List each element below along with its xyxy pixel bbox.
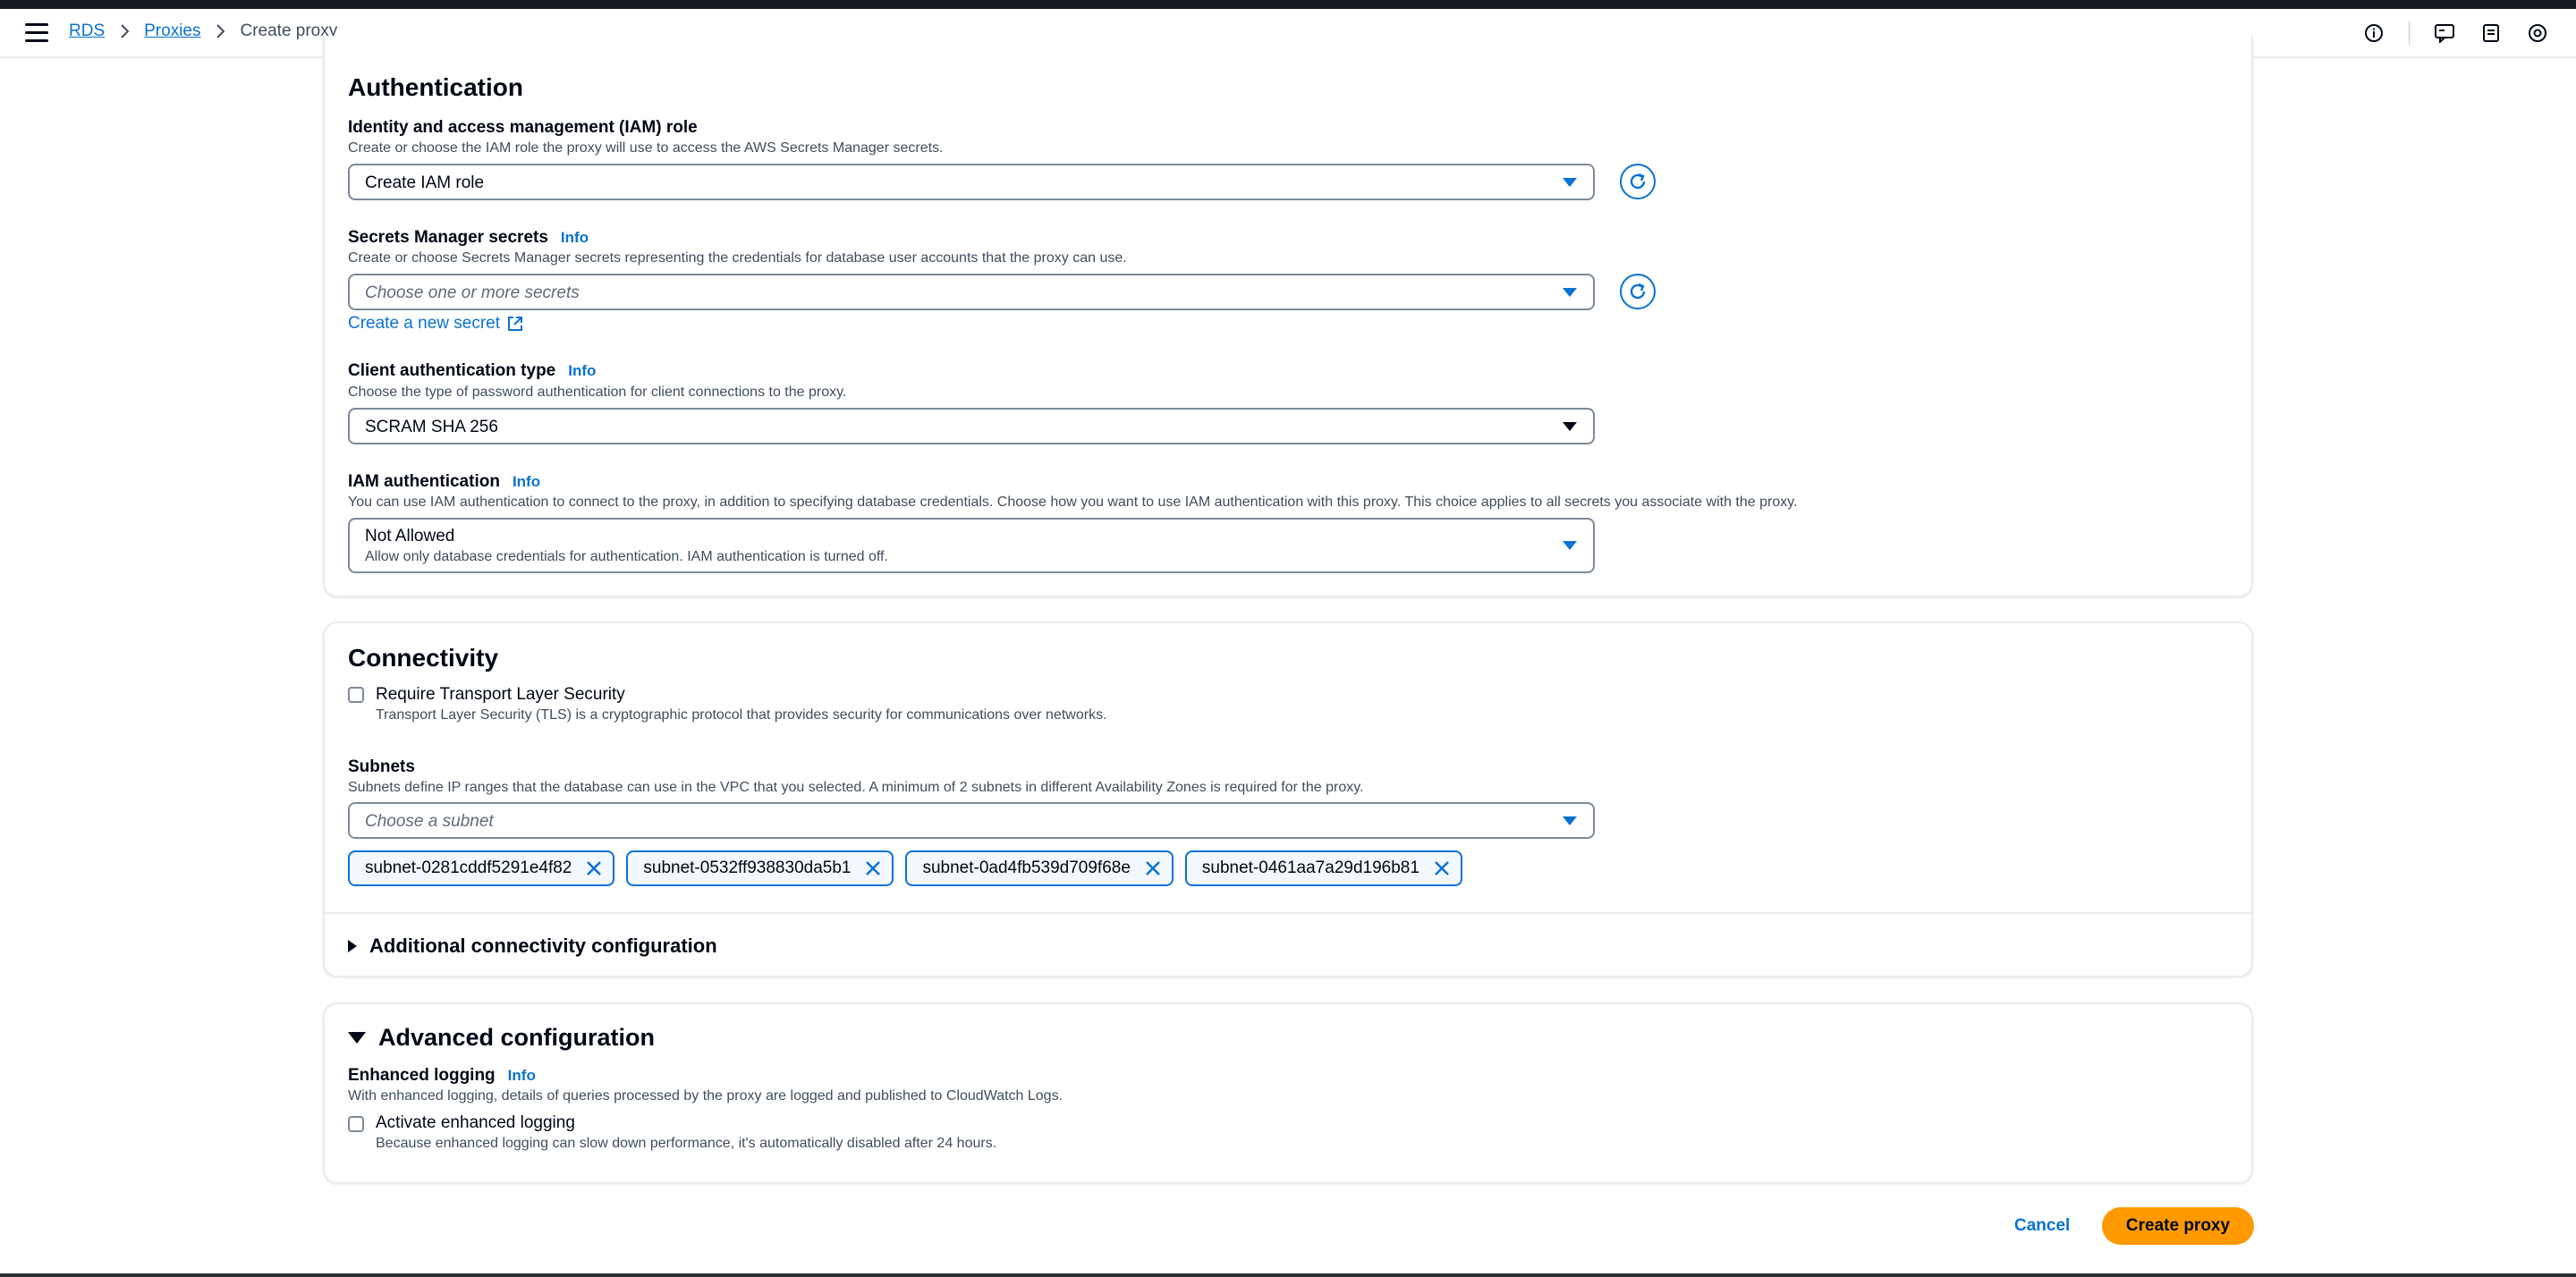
bottom-edge (0, 1273, 2576, 1277)
remove-token-button[interactable] (584, 858, 604, 878)
caret-down-icon (1563, 288, 1577, 297)
iam-role-refresh-button[interactable] (1620, 164, 1656, 199)
refresh-icon (1630, 173, 1646, 190)
iam-auth-info-link[interactable]: Info (513, 473, 540, 490)
caret-down-icon (1563, 541, 1577, 550)
iam-auth-value: Not Allowed (365, 527, 455, 545)
iam-auth-select[interactable]: Not Allowed Allow only database credenti… (348, 518, 1595, 573)
subnet-token-label: subnet-0461aa7a29d196b81 (1201, 858, 1419, 877)
subnets-label: Subnets (348, 757, 415, 776)
breadcrumb-proxies[interactable]: Proxies (144, 21, 200, 41)
subnet-token-group: subnet-0281cddf5291e4f82 subnet-0532ff93… (348, 850, 1474, 886)
caret-down-icon (348, 1032, 366, 1044)
subnets-description: Subnets define IP ranges that the databa… (348, 780, 1364, 795)
feedback-icon[interactable] (2433, 21, 2456, 45)
menu-icon[interactable] (25, 23, 48, 43)
notes-icon[interactable] (2479, 21, 2503, 45)
secrets-placeholder: Choose one or more secrets (365, 283, 580, 302)
secrets-label-text: Secrets Manager secrets (348, 228, 548, 247)
subnet-token: subnet-0532ff938830da5b1 (626, 850, 894, 886)
subnet-token-label: subnet-0532ff938830da5b1 (643, 858, 852, 877)
caret-right-icon (348, 940, 357, 952)
secrets-label: Secrets Manager secrets Info (348, 228, 589, 248)
external-link-icon (508, 317, 523, 331)
client-auth-info-link[interactable]: Info (568, 362, 596, 379)
close-icon (866, 861, 881, 875)
iam-role-label: Identity and access management (IAM) rol… (348, 118, 698, 137)
connectivity-panel: Connectivity Require Transport Layer Sec… (323, 622, 2253, 977)
iam-auth-label-text: IAM authentication (348, 472, 500, 491)
remove-token-button[interactable] (863, 858, 883, 878)
enhanced-logging-checkbox-description: Because enhanced logging can slow down p… (376, 1136, 997, 1151)
iam-auth-value-description: Allow only database credentials for auth… (365, 549, 888, 564)
secrets-refresh-button[interactable] (1620, 274, 1656, 309)
additional-connectivity-label: Additional connectivity configuration (369, 934, 717, 957)
client-auth-select[interactable]: SCRAM SHA 256 (348, 408, 1595, 444)
top-utility-icons (2339, 21, 2549, 45)
create-new-secret-link[interactable]: Create a new secret (348, 314, 524, 334)
secrets-description: Create or choose Secrets Manager secrets… (348, 250, 1127, 266)
caret-down-icon (1563, 816, 1577, 825)
browser-top-strip (0, 0, 2576, 9)
breadcrumb-rds[interactable]: RDS (69, 21, 105, 41)
enhanced-logging-checkbox-label[interactable]: Activate enhanced logging (376, 1113, 575, 1133)
enhanced-logging-label-text: Enhanced logging (348, 1066, 496, 1085)
caret-down-icon (1563, 422, 1577, 431)
advanced-configuration-expander[interactable]: Advanced configuration (348, 1024, 655, 1052)
iam-auth-description: You can use IAM authentication to connec… (348, 495, 1798, 510)
client-auth-label: Client authentication type Info (348, 361, 596, 381)
secrets-info-link[interactable]: Info (561, 229, 589, 246)
subnet-token: subnet-0ad4fb539d709f68e (905, 850, 1174, 886)
enhanced-logging-description: With enhanced logging, details of querie… (348, 1088, 1063, 1104)
iam-role-value: Create IAM role (365, 173, 485, 192)
breadcrumb: RDS Proxies Create proxy (69, 21, 337, 41)
authentication-panel: Authentication Identity and access manag… (323, 36, 2253, 597)
authentication-title: Authentication (348, 73, 523, 101)
connectivity-title: Connectivity (348, 644, 499, 672)
close-icon (1146, 861, 1160, 875)
refresh-icon (1630, 283, 1646, 300)
chevron-right-icon (121, 24, 130, 38)
client-auth-description: Choose the type of password authenticati… (348, 385, 847, 400)
iam-role-select[interactable]: Create IAM role (348, 164, 1595, 200)
caret-down-icon (1563, 178, 1577, 187)
advanced-configuration-panel: Advanced configuration Enhanced logging I… (323, 1002, 2253, 1184)
remove-token-button[interactable] (1143, 858, 1163, 878)
cancel-button[interactable]: Cancel (1996, 1207, 2088, 1245)
client-auth-value: SCRAM SHA 256 (365, 418, 498, 436)
advanced-configuration-title: Advanced configuration (378, 1024, 656, 1051)
toolbar-divider (2409, 21, 2410, 45)
subnet-token: subnet-0281cddf5291e4f82 (348, 850, 615, 886)
subnet-placeholder: Choose a subnet (365, 812, 494, 831)
subnet-token-label: subnet-0ad4fb539d709f68e (922, 858, 1131, 877)
section-divider (325, 912, 2251, 914)
remove-token-button[interactable] (1432, 858, 1452, 878)
settings-icon[interactable] (2526, 21, 2549, 45)
secrets-select[interactable]: Choose one or more secrets (348, 274, 1595, 310)
create-new-secret-text: Create a new secret (348, 314, 501, 333)
info-icon[interactable] (2362, 21, 2385, 45)
tls-description: Transport Layer Security (TLS) is a cryp… (376, 707, 1107, 723)
iam-role-description: Create or choose the IAM role the proxy … (348, 140, 944, 156)
close-icon (1435, 861, 1449, 875)
chevron-right-icon (216, 24, 225, 38)
tls-checkbox[interactable] (348, 687, 364, 703)
subnet-token-label: subnet-0281cddf5291e4f82 (365, 858, 572, 877)
client-auth-label-text: Client authentication type (348, 361, 556, 380)
enhanced-logging-info-link[interactable]: Info (508, 1067, 536, 1084)
close-icon (587, 861, 602, 875)
additional-connectivity-expander[interactable]: Additional connectivity configuration (348, 934, 717, 958)
subnet-token: subnet-0461aa7a29d196b81 (1184, 850, 1462, 886)
tls-label[interactable]: Require Transport Layer Security (376, 685, 625, 705)
iam-auth-label: IAM authentication Info (348, 472, 540, 492)
create-proxy-button[interactable]: Create proxy (2102, 1207, 2254, 1245)
enhanced-logging-checkbox[interactable] (348, 1116, 364, 1132)
subnet-select[interactable]: Choose a subnet (348, 802, 1595, 839)
enhanced-logging-label: Enhanced logging Info (348, 1066, 536, 1086)
